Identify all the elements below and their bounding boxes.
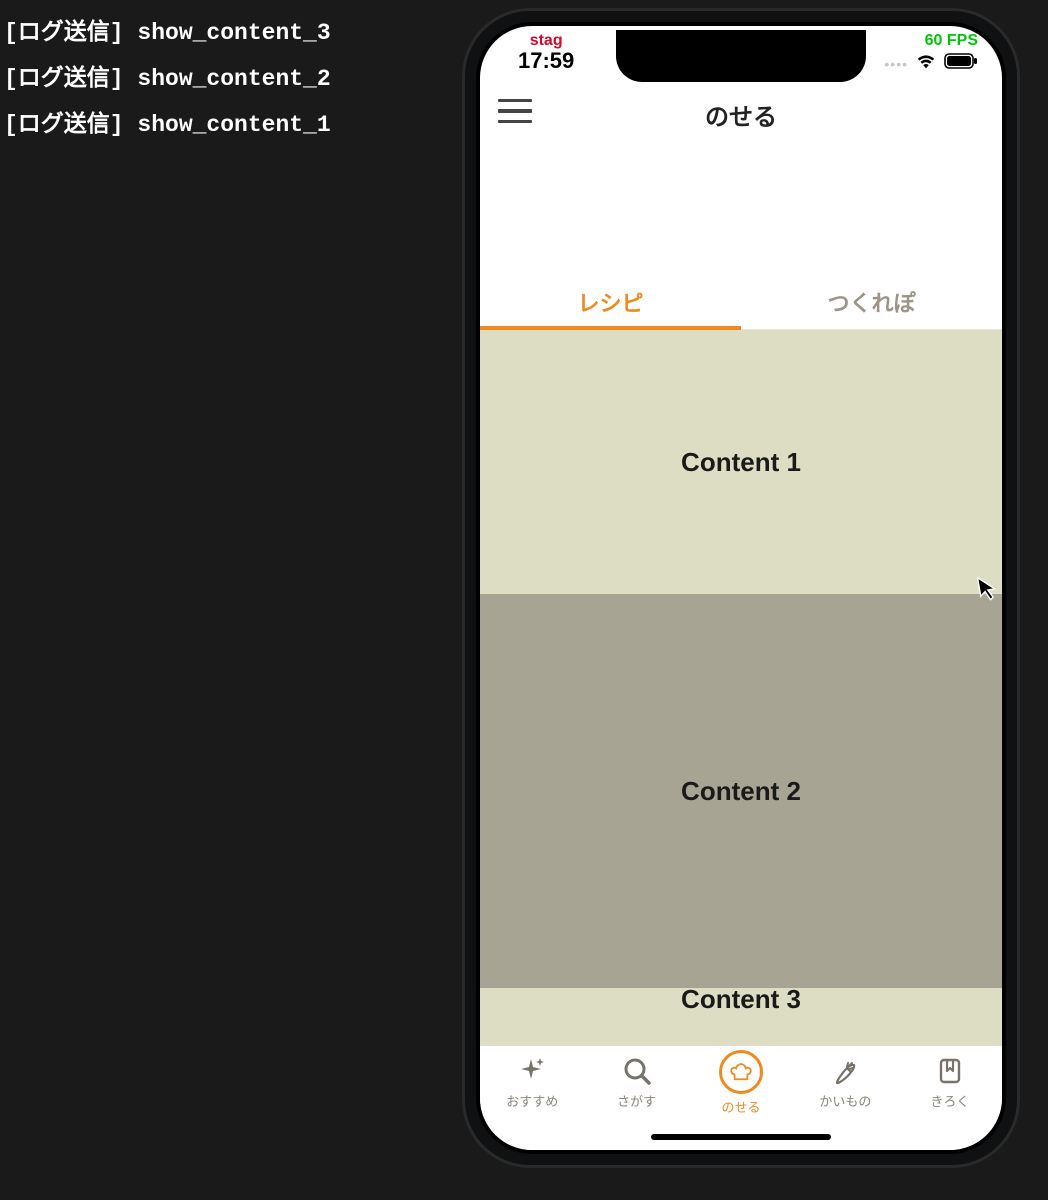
tabbar-label: きろく (930, 1091, 969, 1110)
wifi-icon (915, 52, 937, 75)
console-log-panel: [ログ送信] show_content_3 [ログ送信] show_conten… (4, 10, 331, 148)
content-card[interactable]: Content 2 (480, 594, 1002, 988)
phone-notch (616, 30, 866, 82)
search-icon (620, 1054, 654, 1088)
carrot-icon (828, 1054, 862, 1088)
phone-screen: stag 17:59 60 FPS •••• (480, 26, 1002, 1150)
tabbar-label: おすすめ (506, 1091, 558, 1110)
nav-header: のせる (480, 82, 1002, 146)
header-spacer (480, 146, 1002, 274)
content-label: Content 1 (681, 447, 801, 478)
content-card[interactable]: Content 1 (480, 330, 1002, 594)
tabbar-label: のせる (722, 1097, 761, 1116)
tab-recipe[interactable]: レシピ (480, 274, 741, 329)
sparkle-icon (515, 1054, 549, 1088)
fps-counter: 60 FPS (884, 32, 978, 50)
chef-hat-icon (719, 1050, 763, 1094)
log-line: [ログ送信] show_content_2 (4, 56, 331, 102)
phone-frame: stag 17:59 60 FPS •••• (462, 8, 1020, 1168)
log-line: [ログ送信] show_content_3 (4, 10, 331, 56)
clock: 17:59 (518, 48, 574, 74)
tab-tsukurepo[interactable]: つくれぽ (741, 274, 1002, 329)
content-card[interactable]: Content 3 (480, 988, 1002, 1045)
home-indicator[interactable] (651, 1134, 831, 1140)
log-line: [ログ送信] show_content_1 (4, 102, 331, 148)
battery-icon (944, 52, 978, 75)
content-label: Content 2 (681, 776, 801, 807)
content-label: Content 3 (681, 984, 801, 1015)
content-scroll[interactable]: Content 1 Content 2 Content 3 (480, 330, 1002, 1045)
tabbar-kiroku[interactable]: きろく (898, 1046, 1002, 1150)
tabbar-label: さがす (617, 1091, 656, 1110)
notebook-icon (933, 1054, 967, 1088)
hamburger-icon[interactable] (498, 94, 532, 128)
tabbar-label: かいもの (819, 1091, 871, 1110)
cellular-icon: •••• (884, 56, 908, 72)
segmented-tabs: レシピ つくれぽ (480, 274, 1002, 330)
tabbar-osusume[interactable]: おすすめ (480, 1046, 584, 1150)
page-title: のせる (705, 97, 777, 132)
